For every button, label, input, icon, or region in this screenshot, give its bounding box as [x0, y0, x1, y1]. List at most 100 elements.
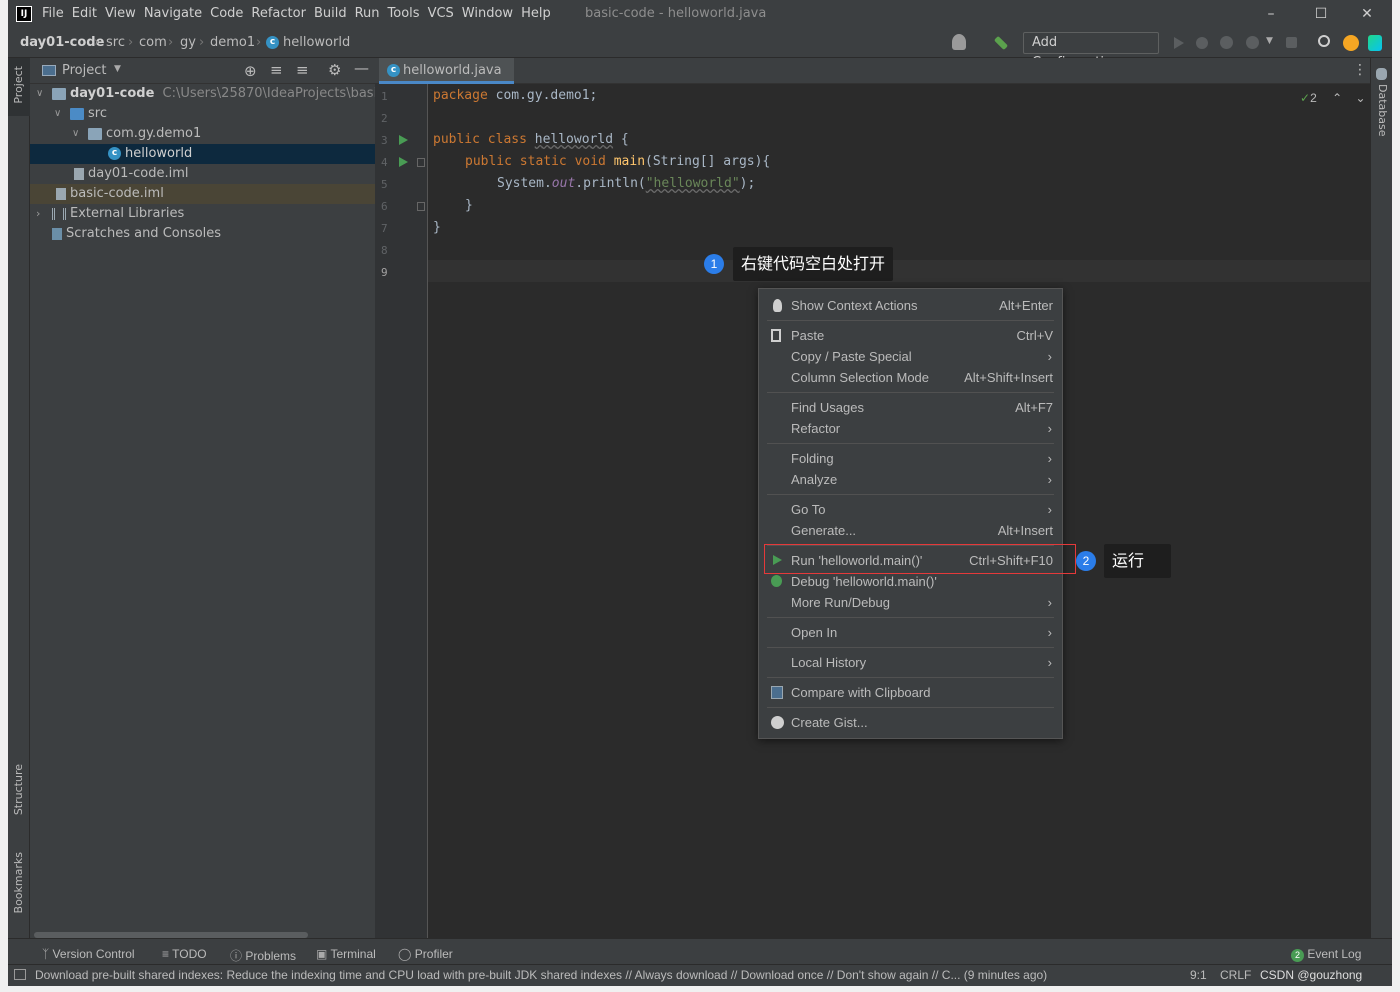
menu-edit[interactable]: Edit — [72, 6, 97, 21]
project-panel-title[interactable]: Project — [62, 63, 106, 78]
structure-tool-label[interactable]: Structure — [12, 764, 25, 815]
tree-item-scratches[interactable]: Scratches and Consoles — [30, 224, 375, 244]
tree-item-basic-iml[interactable]: basic-code.iml — [30, 184, 375, 204]
editor-tab-bar: chelloworld.java ✕ ⋮ — [375, 58, 1370, 102]
menu-view[interactable]: View — [105, 6, 136, 21]
tree-item-src[interactable]: ∨ src — [30, 104, 375, 124]
menu-code[interactable]: Code — [210, 6, 243, 21]
user-icon[interactable] — [952, 34, 966, 50]
menu-item-open-in[interactable]: Open In › — [759, 622, 1062, 643]
minimize-icon[interactable]: – — [1248, 4, 1294, 24]
menu-item-local-history[interactable]: Local History › — [759, 652, 1062, 673]
maximize-icon[interactable]: ☐ — [1298, 4, 1344, 24]
chevron-down-icon[interactable]: ▼ — [114, 64, 121, 74]
bookmarks-tool-label[interactable]: Bookmarks — [12, 852, 25, 913]
run-highlight-box — [764, 544, 1076, 574]
run-gutter-icon[interactable] — [399, 135, 408, 145]
menu-tools[interactable]: Tools — [388, 6, 420, 21]
fold-icon[interactable] — [417, 202, 425, 211]
menu-help[interactable]: Help — [521, 6, 551, 21]
menu-item-generate[interactable]: Generate... Alt+Insert — [759, 520, 1062, 541]
chevron-right-icon: › — [1047, 421, 1052, 436]
run-gutter-icon[interactable] — [399, 157, 408, 167]
menu-refactor[interactable]: Refactor — [251, 6, 306, 21]
tab-helloworld-java[interactable]: chelloworld.java ✕ — [379, 58, 514, 102]
menu-item-create-gist[interactable]: Create Gist... — [759, 712, 1062, 733]
debug-icon[interactable] — [1196, 37, 1208, 49]
tree-item-day01-iml[interactable]: day01-code.iml — [30, 164, 375, 184]
menu-item-debug[interactable]: Debug 'helloworld.main()' — [759, 571, 1062, 592]
project-tool-tab[interactable]: Project — [8, 58, 30, 116]
status-message[interactable]: Download pre-built shared indexes: Reduc… — [35, 968, 1047, 982]
menu-item-analyze[interactable]: Analyze › — [759, 469, 1062, 490]
search-icon[interactable] — [1318, 35, 1330, 47]
version-control-tab[interactable]: ᛉ Version Control — [42, 947, 135, 961]
menu-item-folding[interactable]: Folding › — [759, 448, 1062, 469]
todo-tab[interactable]: ≡ TODO — [162, 947, 207, 961]
hide-panel-icon[interactable]: — — [354, 59, 369, 77]
terminal-tab[interactable]: ▣ Terminal — [316, 947, 376, 961]
chevron-up-icon[interactable]: ⌃ — [1332, 91, 1342, 105]
profiler-tab[interactable]: ◯ Profiler — [398, 947, 453, 961]
build-hammer-icon[interactable] — [993, 35, 1009, 51]
tree-item-helloworld[interactable]: c helloworld — [30, 144, 375, 164]
tree-item-package[interactable]: ∨ com.gy.demo1 — [30, 124, 375, 144]
profiler-icon[interactable] — [1246, 36, 1259, 49]
inspection-widget[interactable]: ✓2 ⌃ ⌄ — [1300, 91, 1366, 105]
breadcrumb-project[interactable]: day01-code — [20, 35, 104, 50]
menu-navigate[interactable]: Navigate — [144, 6, 202, 21]
menu-item-more-run-debug[interactable]: More Run/Debug › — [759, 592, 1062, 613]
close-icon[interactable]: ✕ — [1344, 4, 1390, 24]
expand-all-icon[interactable]: ≡ — [270, 61, 283, 79]
menu-item-show-context-actions[interactable]: Show Context Actions Alt+Enter — [759, 295, 1062, 316]
menu-build[interactable]: Build — [314, 6, 347, 21]
more-options-icon[interactable]: ⋮ — [1353, 62, 1367, 78]
chevron-down-icon[interactable]: ▼ — [1266, 36, 1282, 52]
run-icon[interactable] — [1174, 37, 1184, 49]
tree-label-src: src — [88, 106, 107, 121]
tree-item-project-root[interactable]: ∨ day01-code C:\Users\25870\IdeaProjects… — [30, 84, 375, 104]
add-configuration-button[interactable]: Add Configuration... — [1023, 32, 1159, 70]
breadcrumb-src[interactable]: src — [106, 35, 125, 50]
tree-item-external-libraries[interactable]: › External Libraries — [30, 204, 375, 224]
chevron-down-icon: ∨ — [36, 88, 44, 99]
menu-vcs[interactable]: VCS — [428, 6, 454, 21]
caret-position[interactable]: 9:1 — [1190, 968, 1207, 982]
coverage-icon[interactable] — [1220, 36, 1233, 49]
chevron-down-icon[interactable]: ⌄ — [1356, 91, 1366, 105]
menu-file[interactable]: File — [42, 6, 64, 21]
menu-item-find-usages[interactable]: Find Usages Alt+F7 — [759, 397, 1062, 418]
breadcrumb-com[interactable]: com — [139, 35, 167, 50]
menu-item-paste[interactable]: Paste Ctrl+V — [759, 325, 1062, 346]
window-title: basic-code - helloworld.java — [585, 6, 767, 21]
event-log-tab[interactable]: 2 Event Log — [1291, 947, 1361, 962]
menu-item-go-to[interactable]: Go To › — [759, 499, 1062, 520]
code-line-5: System.out.println("helloworld"); — [497, 176, 756, 191]
menu-item-copy-paste-special[interactable]: Copy / Paste Special › — [759, 346, 1062, 367]
breadcrumb-demo1[interactable]: demo1 — [210, 35, 255, 50]
line-separator[interactable]: CRLF — [1220, 968, 1251, 982]
gear-icon[interactable]: ⚙ — [328, 61, 341, 79]
update-icon[interactable] — [1343, 35, 1359, 51]
stop-icon[interactable] — [1286, 37, 1297, 48]
chevron-right-icon: › — [1047, 502, 1052, 517]
line-number: 9 — [381, 266, 388, 279]
menu-item-compare-clipboard[interactable]: Compare with Clipboard — [759, 682, 1062, 703]
tree-label-project-root: day01-code — [70, 86, 155, 101]
database-tool-label[interactable]: Database — [1376, 84, 1389, 137]
libraries-icon — [52, 207, 66, 220]
panel-toggle-icon[interactable] — [14, 969, 26, 980]
fold-icon[interactable] — [417, 158, 425, 167]
menu-item-column-selection[interactable]: Column Selection Mode Alt+Shift+Insert — [759, 367, 1062, 388]
project-tool-label[interactable]: Project — [12, 66, 25, 104]
locate-icon[interactable]: ⊕ — [244, 62, 257, 80]
problems-tab[interactable]: ⓘ Problems — [230, 947, 296, 964]
breadcrumb-gy[interactable]: gy — [180, 35, 196, 50]
menu-item-refactor[interactable]: Refactor › — [759, 418, 1062, 439]
toolbox-icon[interactable] — [1368, 35, 1382, 51]
menu-run[interactable]: Run — [355, 6, 380, 21]
collapse-all-icon[interactable]: ≡ — [296, 61, 309, 79]
chevron-right-icon: › — [256, 35, 262, 50]
menu-window[interactable]: Window — [462, 6, 513, 21]
breadcrumb-class[interactable]: helloworld — [283, 35, 350, 50]
